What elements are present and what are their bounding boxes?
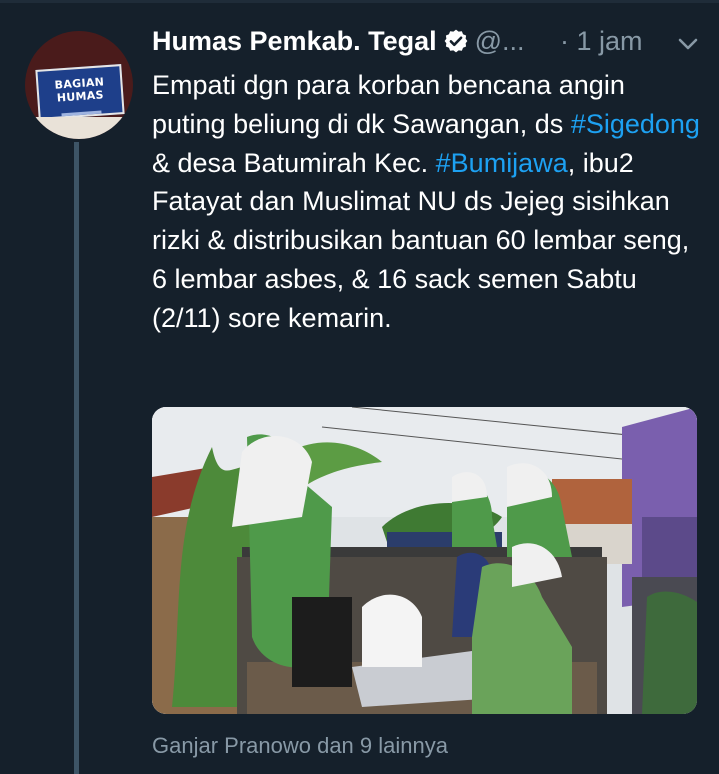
chevron-down-icon[interactable] (676, 32, 700, 61)
avatar[interactable]: BAGIAN HUMAS (25, 31, 133, 139)
avatar-wall (25, 117, 133, 139)
thread-line (74, 142, 79, 774)
author-handle[interactable]: @... (475, 26, 525, 56)
verified-badge-icon (443, 28, 469, 59)
tweet-text-part: & desa Batumirah Kec. (152, 147, 436, 178)
avatar-sign-stripe (61, 110, 102, 117)
avatar-sign-text: BAGIAN HUMAS (54, 75, 105, 105)
photo-scene (152, 407, 697, 714)
tweet-time[interactable]: · 1 jam (560, 26, 643, 57)
likes-summary[interactable]: Ganjar Pranowo dan 9 lainnya (152, 733, 448, 759)
tweet-text-part: Empati dgn para korban bencana angin put… (152, 70, 625, 139)
avatar-sign: BAGIAN HUMAS (35, 64, 125, 120)
hashtag-bumijawa[interactable]: #Bumijawa (436, 148, 568, 178)
hashtag-sigedong[interactable]: #Sigedong (571, 109, 700, 139)
tweet-header: Humas Pemkab. Tegal @... · 1 jam (152, 26, 712, 62)
tweet-photo[interactable] (152, 407, 697, 714)
top-divider (0, 0, 719, 3)
tweet-text: Empati dgn para korban bencana angin put… (152, 66, 704, 338)
author-name[interactable]: Humas Pemkab. Tegal (152, 26, 437, 56)
